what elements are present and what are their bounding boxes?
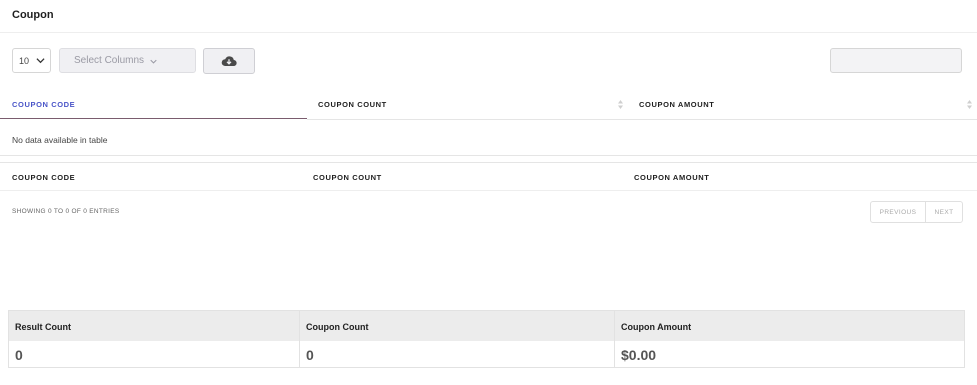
cloud-download-icon xyxy=(221,56,237,67)
summary-value-result-count: 0 xyxy=(15,347,23,363)
select-columns-label: Select Columns xyxy=(74,55,145,66)
summary-header-result-count: Result Count xyxy=(15,322,71,332)
summary-header-coupon-count: Coupon Count xyxy=(306,322,369,332)
active-column-underline xyxy=(0,118,307,119)
page-title: Coupon xyxy=(12,9,54,21)
column-footer-coupon-count: COUPON COUNT xyxy=(313,173,382,182)
next-button[interactable]: NEXT xyxy=(926,202,962,222)
summary-table: Result Count Coupon Count Coupon Amount … xyxy=(8,310,965,368)
column-header-coupon-amount[interactable]: COUPON AMOUNT xyxy=(639,100,714,109)
table-info: SHOWING 0 TO 0 OF 0 ENTRIES xyxy=(12,208,120,215)
summary-header-coupon-amount: Coupon Amount xyxy=(621,322,692,332)
column-header-coupon-code[interactable]: COUPON CODE xyxy=(12,100,75,109)
sort-icon[interactable] xyxy=(966,99,973,110)
pagination: PREVIOUS NEXT xyxy=(870,201,963,223)
empty-table-message: No data available in table xyxy=(12,135,108,145)
divider xyxy=(0,32,977,33)
column-footer-coupon-amount: COUPON AMOUNT xyxy=(634,173,710,182)
previous-button[interactable]: PREVIOUS xyxy=(871,202,926,222)
column-header-coupon-count[interactable]: COUPON COUNT xyxy=(318,100,387,109)
sort-icon[interactable] xyxy=(617,99,624,110)
divider xyxy=(614,311,615,367)
select-columns-dropdown[interactable]: Select Columns xyxy=(59,48,196,73)
page-length-select[interactable]: 10 xyxy=(12,48,51,73)
divider xyxy=(0,155,977,156)
page-length-value: 10 xyxy=(19,55,30,66)
summary-header-row xyxy=(9,311,964,341)
divider xyxy=(307,119,977,120)
divider xyxy=(0,190,977,191)
divider xyxy=(0,162,977,163)
divider xyxy=(299,311,300,367)
chevron-down-icon xyxy=(150,59,157,64)
chevron-down-icon xyxy=(36,58,45,64)
download-button[interactable] xyxy=(203,48,255,74)
summary-value-coupon-amount: $0.00 xyxy=(621,347,657,363)
column-footer-coupon-code: COUPON CODE xyxy=(12,173,76,182)
search-input[interactable] xyxy=(830,48,962,73)
summary-value-coupon-count: 0 xyxy=(306,347,314,363)
